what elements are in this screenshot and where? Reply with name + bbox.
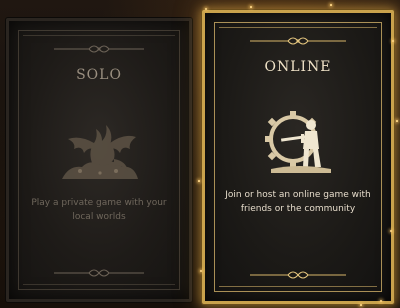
solo-title: SOLO: [76, 67, 122, 83]
sparkle-particle: [330, 4, 332, 6]
ornament-top-icon: [250, 37, 346, 45]
dragon-icon: [62, 125, 138, 179]
sparkle-particle: [198, 180, 200, 182]
sparkle-particle: [390, 230, 392, 232]
ornament-bottom-icon: [250, 271, 346, 279]
ornament-bottom-icon: [54, 269, 144, 277]
solo-mode-card[interactable]: SOLO Play a private game with your local…: [6, 18, 192, 302]
sparkle-particle: [200, 270, 202, 272]
sparkle-particle: [392, 40, 394, 42]
ornament-top-icon: [54, 45, 144, 53]
sparkle-particle: [250, 6, 252, 8]
sparkle-particle: [396, 120, 398, 122]
mode-select-screen: SOLO Play a private game with your local…: [0, 0, 400, 308]
knight-gear-icon: [265, 111, 331, 173]
sparkle-particle: [205, 8, 207, 10]
online-description: Join or host an online game with friends…: [225, 190, 371, 214]
online-title: ONLINE: [264, 59, 332, 75]
sparkle-particle: [360, 304, 362, 306]
solo-description: Play a private game with your local worl…: [31, 198, 167, 222]
online-mode-card[interactable]: ONLINE Join or host an online game with …: [202, 10, 394, 304]
sparkle-particle: [380, 300, 382, 302]
